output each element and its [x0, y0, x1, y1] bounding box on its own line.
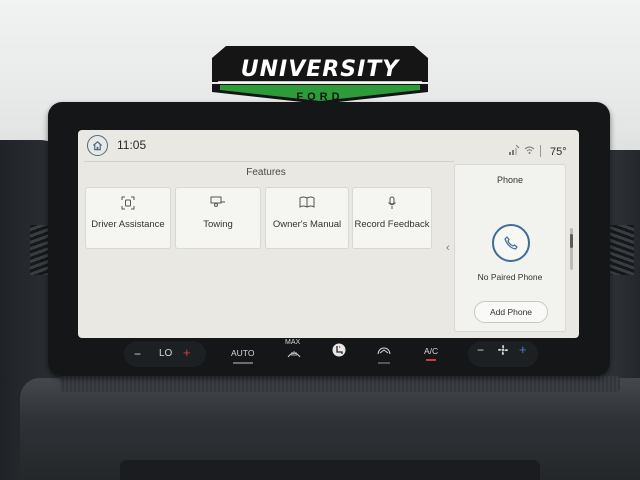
fan-icon: [498, 345, 508, 355]
phone-status: No Paired Phone: [477, 272, 543, 282]
ac-button[interactable]: A/C: [424, 346, 438, 356]
auto-indicator: [233, 362, 253, 364]
max-defrost-label: MAX: [285, 339, 301, 346]
fan-speed-indicator: [497, 344, 509, 358]
features-divider: [84, 161, 454, 162]
feature-towing[interactable]: Towing: [175, 187, 261, 249]
auto-climate-button[interactable]: AUTO: [231, 348, 254, 358]
ac-indicator: [426, 359, 436, 361]
driver-assist-icon: [121, 196, 135, 210]
recirculation-icon: [377, 347, 391, 355]
book-icon: [299, 196, 315, 208]
dealer-name: UNIVERSITY: [240, 57, 400, 82]
wifi-icon: [524, 146, 535, 154]
driver-temp-value: LO: [159, 348, 173, 359]
panel-collapse-chevron-icon[interactable]: ‹: [446, 242, 450, 254]
home-icon: [92, 141, 103, 151]
recirculation-button[interactable]: [376, 346, 392, 358]
feature-label: Driver Assistance: [91, 219, 165, 230]
infotainment-screen: 11:05 75° Features Driver Assistance Tow…: [78, 130, 579, 338]
recirculation-indicator: [378, 362, 390, 364]
home-button[interactable]: [87, 135, 108, 156]
feature-label: Owner's Manual: [272, 219, 342, 230]
heated-seat-icon: [332, 343, 346, 357]
feature-driver-assistance[interactable]: Driver Assistance: [85, 187, 171, 249]
driver-temp-down-button[interactable]: −: [134, 347, 141, 361]
feature-owners-manual[interactable]: Owner's Manual: [265, 187, 349, 249]
phone-button[interactable]: [492, 224, 530, 262]
no-signal-icon: [509, 145, 520, 155]
feature-record-feedback[interactable]: Record Feedback: [352, 187, 432, 249]
status-icons: [508, 145, 535, 155]
feature-label: Record Feedback: [354, 219, 430, 230]
feature-label: Towing: [203, 219, 233, 230]
seat-climate-button[interactable]: [331, 342, 347, 360]
outside-temperature: 75°: [550, 146, 567, 158]
defrost-icon: [287, 351, 301, 358]
status-divider: [540, 145, 541, 157]
phone-title: Phone: [496, 175, 524, 185]
fan-up-button[interactable]: +: [519, 342, 527, 357]
scrollbar-thumb[interactable]: [570, 234, 573, 248]
fan-down-button[interactable]: −: [477, 343, 484, 357]
driver-temp-up-button[interactable]: +: [183, 345, 191, 360]
trailer-icon: [210, 196, 225, 207]
dashboard-trim: [60, 376, 620, 392]
clock: 11:05: [117, 138, 147, 152]
phone-icon: [504, 236, 518, 250]
features-title: Features: [246, 167, 286, 178]
phone-panel: Phone No Paired Phone Add Phone: [454, 164, 566, 332]
center-console: [120, 460, 540, 480]
max-defrost-button[interactable]: [287, 348, 301, 360]
dealer-logo: UNIVERSITY FORD: [212, 46, 428, 104]
microphone-icon: [388, 196, 396, 209]
add-phone-button[interactable]: Add Phone: [474, 301, 548, 323]
